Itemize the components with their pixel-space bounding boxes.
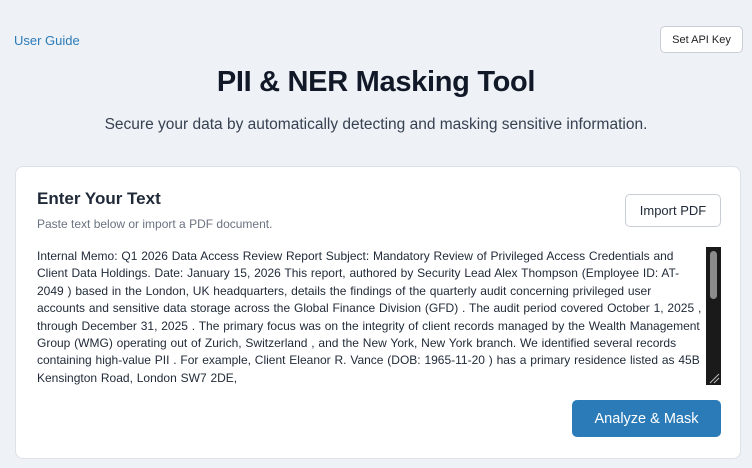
set-api-key-button[interactable]: Set API Key (660, 26, 743, 53)
user-guide-link[interactable]: User Guide (14, 33, 80, 48)
text-scrollbar[interactable] (706, 247, 721, 385)
text-input-area[interactable]: Internal Memo: Q1 2026 Data Access Revie… (37, 247, 721, 385)
analyze-mask-button[interactable]: Analyze & Mask (572, 400, 721, 437)
input-card: Enter Your Text Paste text below or impo… (15, 166, 741, 459)
text-input-content[interactable]: Internal Memo: Q1 2026 Data Access Revie… (37, 248, 702, 385)
resize-handle-icon[interactable] (707, 372, 720, 384)
page-subtitle: Secure your data by automatically detect… (104, 116, 648, 133)
card-hint: Paste text below or import a PDF documen… (37, 217, 273, 231)
app-page: User Guide Set API Key PII & NER Masking… (0, 0, 752, 468)
card-title: Enter Your Text (37, 189, 161, 208)
import-pdf-button[interactable]: Import PDF (625, 194, 721, 227)
page-title: PII & NER Masking Tool (216, 66, 536, 98)
scrollbar-thumb[interactable] (710, 251, 717, 299)
